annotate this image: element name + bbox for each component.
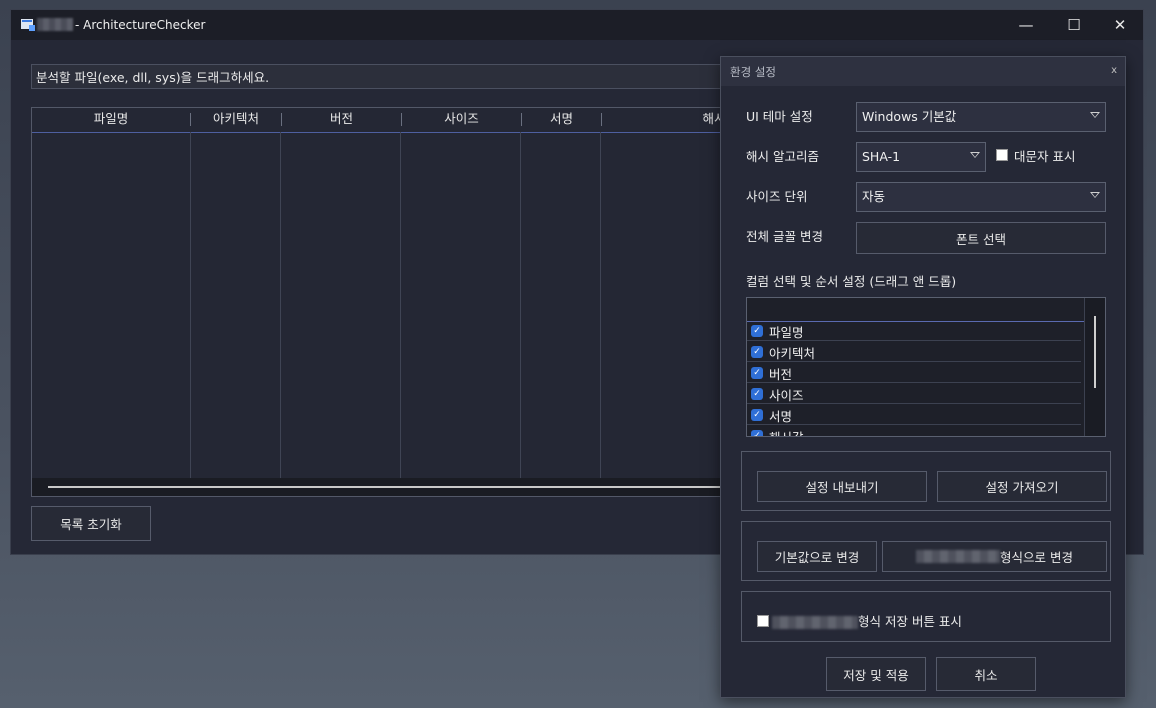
settings-dialog: 환경 설정 x UI 테마 설정 Windows 기본값 해시 알고리즘 SHA… [720,56,1126,698]
column-divider [520,132,521,478]
dialog-close-button[interactable]: x [1111,65,1117,76]
format-change-label: 형식으로 변경 [1000,550,1073,565]
save-apply-button[interactable]: 저장 및 적용 [826,657,926,691]
list-item[interactable]: ✓ 서명 [747,405,1081,425]
dialog-title-bar[interactable]: 환경 설정 x [721,57,1125,86]
reset-default-button[interactable]: 기본값으로 변경 [757,541,877,572]
font-select-button[interactable]: 폰트 선택 [856,222,1106,254]
list-item-label: 사이즈 [769,388,804,403]
column-divider [280,132,281,478]
theme-select[interactable]: Windows 기본값 [856,102,1106,132]
table-header: 파일명 아키텍처 버전 사이즈 서명 해시 [32,108,730,133]
col-header-hash[interactable]: 해시 [602,108,730,132]
redacted-format-name [772,616,858,629]
list-item[interactable]: ✓ 사이즈 [747,384,1081,404]
checkbox-checked-icon[interactable]: ✓ [751,430,763,436]
list-item-label: 아키텍처 [769,346,816,361]
col-header-signature[interactable]: 서명 [522,108,601,132]
col-header-version[interactable]: 버전 [282,108,401,132]
col-header-arch[interactable]: 아키텍처 [191,108,281,132]
app-icon [21,19,35,31]
reset-format-group: 기본값으로 변경 형식으로 변경 [741,521,1111,581]
format-change-button[interactable]: 형식으로 변경 [882,541,1107,572]
redacted-format-name [916,550,1000,563]
format-save-checkbox[interactable] [757,615,769,627]
hash-select-value: SHA-1 [862,149,901,164]
list-item-label: 서명 [769,409,793,424]
cancel-button[interactable]: 취소 [936,657,1036,691]
minimize-button[interactable]: — [1003,10,1049,40]
file-table[interactable]: 파일명 아키텍처 버전 사이즈 서명 해시 [31,107,731,497]
import-settings-button[interactable]: 설정 가져오기 [937,471,1107,502]
uppercase-label: 대문자 표시 [1014,149,1076,164]
columns-label: 컬럼 선택 및 순서 설정 (드래그 앤 드롭) [746,274,957,289]
chevron-down-icon [970,152,980,158]
size-unit-label: 사이즈 단위 [746,189,808,204]
checkbox-checked-icon[interactable]: ✓ [751,409,763,421]
checkbox-checked-icon[interactable]: ✓ [751,346,763,358]
format-save-group: 형식 저장 버튼 표시 [741,591,1111,642]
drop-zone[interactable]: 분석할 파일(exe, dll, sys)을 드래그하세요. [31,64,731,89]
size-unit-value: 자동 [862,189,886,204]
list-item[interactable]: ✓ 해시값 [747,426,1081,436]
list-item-label: 파일명 [769,325,804,340]
title-bar[interactable]: - ArchitectureChecker — ☐ ✕ [11,10,1143,40]
chevron-down-icon [1090,112,1100,118]
list-item[interactable]: ✓ 버전 [747,363,1081,383]
font-label: 전체 글꼴 변경 [746,229,823,244]
column-divider [400,132,401,478]
scrollbar-thumb[interactable] [1094,316,1096,388]
chevron-down-icon [1090,192,1100,198]
maximize-button[interactable]: ☐ [1051,10,1097,40]
close-button[interactable]: ✕ [1097,10,1143,40]
list-item[interactable]: ✓ 파일명 [747,321,1081,341]
format-save-text: 형식 저장 버튼 표시 [858,614,962,629]
size-unit-select[interactable]: 자동 [856,182,1106,212]
list-item-label: 버전 [769,367,793,382]
col-header-filename[interactable]: 파일명 [32,108,190,132]
list-header [747,298,1085,322]
window-title: - ArchitectureChecker [75,18,206,32]
list-item[interactable]: ✓ 아키텍처 [747,342,1081,362]
vertical-scrollbar[interactable] [1084,298,1105,436]
dialog-title: 환경 설정 [730,65,776,79]
reset-list-button[interactable]: 목록 초기화 [31,506,151,541]
scrollbar-thumb[interactable] [48,486,730,488]
column-divider [190,132,191,478]
export-settings-button[interactable]: 설정 내보내기 [757,471,927,502]
hash-algorithm-select[interactable]: SHA-1 [856,142,986,172]
theme-select-value: Windows 기본값 [862,109,957,124]
hash-algorithm-label: 해시 알고리즘 [746,149,819,164]
horizontal-scrollbar[interactable] [32,478,730,496]
format-save-label: 형식 저장 버튼 표시 [772,611,962,630]
checkbox-checked-icon[interactable]: ✓ [751,367,763,379]
import-export-group: 설정 내보내기 설정 가져오기 [741,451,1111,511]
redacted-app-name [37,18,73,31]
uppercase-checkbox[interactable] [996,149,1008,161]
col-header-size[interactable]: 사이즈 [402,108,521,132]
column-order-list[interactable]: ✓ 파일명 ✓ 아키텍처 ✓ 버전 ✓ 사이즈 ✓ 서명 ✓ 해시값 [746,297,1106,437]
column-divider [600,132,601,478]
list-item-label: 해시값 [769,427,804,436]
checkbox-checked-icon[interactable]: ✓ [751,325,763,337]
checkbox-checked-icon[interactable]: ✓ [751,388,763,400]
theme-label: UI 테마 설정 [746,109,813,124]
